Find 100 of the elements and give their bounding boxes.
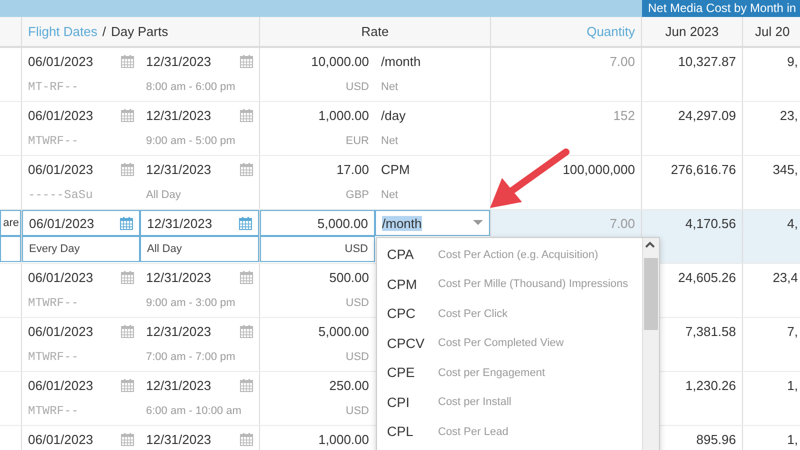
column-header: Day Parts [111, 24, 168, 39]
amount-cell-text: 5,000.00 [317, 322, 370, 340]
unit-note: Net [381, 81, 398, 93]
time-cell-text: All Day [145, 188, 182, 203]
time-cell-text: 9:00 am - 3:00 pm [145, 296, 236, 311]
calendar-icon[interactable] [239, 216, 252, 230]
date-cell: 06/01/2023 [22, 318, 140, 344]
calendar-icon[interactable] [240, 108, 253, 122]
dropdown-option[interactable]: CPA Cost Per Action (e.g. Acquisition) [377, 240, 642, 270]
column-header: Rate [361, 24, 389, 39]
date-cell: 12/31/2023 [140, 102, 259, 128]
date-cell: 12/31/2023 [140, 372, 259, 398]
cost-cell: 345, [772, 162, 798, 176]
date-field[interactable]: 06/01/2023 [22, 210, 140, 236]
dropdown-option[interactable]: CPC Cost Per Click [377, 299, 642, 328]
date-cell: 06/01/2023 [22, 426, 140, 450]
date-cell: 06/01/2023 [22, 264, 140, 290]
header-band-title: Net Media Cost by Month in [642, 0, 800, 17]
amount-cell-text: 10,000.00 [310, 52, 370, 70]
calendar-icon[interactable] [121, 54, 134, 68]
amount-cell-text: 1,000.00 [317, 106, 370, 124]
date-cell: 06/01/2023 [22, 102, 140, 128]
time-cell-text: 8:00 am - 6:00 pm [145, 80, 236, 95]
currency-cell-text: USD [344, 80, 370, 95]
amount-field[interactable]: 5,000.00 [260, 210, 375, 236]
cost-cell: 23,4 [772, 270, 798, 284]
calendar-icon[interactable] [240, 324, 253, 338]
currency-cell-text: USD [344, 296, 370, 311]
column-header: Jun 2023 [665, 24, 719, 39]
days-cell-text: MT-RF-- [27, 79, 80, 96]
cost-cell: 7, [787, 324, 798, 338]
cost-cell: 1,230.26 [685, 378, 736, 392]
date-cell: 12/31/2023 [140, 426, 259, 450]
days-field[interactable]: Every Day [22, 236, 140, 262]
date-cell: 06/01/2023 [22, 48, 140, 74]
time-cell-text: 9:00 am - 5:00 pm [145, 134, 236, 149]
dropdown-option[interactable]: CPE Cost per Engagement [377, 358, 642, 388]
cost-cell: 276,616.76 [670, 162, 736, 176]
calendar-icon[interactable] [240, 270, 253, 284]
dropdown-option[interactable]: CPCV Cost Per Completed View [377, 328, 642, 358]
amount-cell-text: 250.00 [328, 376, 370, 394]
cost-cell: 1, [787, 378, 798, 392]
table-row[interactable]: 06/01/2023 MT-RF-- 12/31/2023 8:00 am - 6:00 pm 10,000.00 USD /month Net 7.00 10,327.87 9, [0, 48, 800, 102]
currency-cell-text: EUR [344, 134, 370, 149]
date-cell: 12/31/2023 [140, 156, 259, 182]
calendar-icon[interactable] [121, 432, 134, 446]
cost-cell: 4, [787, 216, 798, 230]
unit-cell: /month [381, 54, 421, 68]
cost-cell: 23, [780, 108, 798, 122]
calendar-icon[interactable] [120, 216, 133, 230]
date-cell: 06/01/2023 [22, 156, 140, 182]
unit-note: Net [381, 189, 398, 201]
cost-cell: 4,170.56 [685, 216, 736, 230]
caret-icon [473, 220, 483, 226]
text-field[interactable]: are [0, 210, 21, 236]
date-cell: 12/31/2023 [140, 48, 259, 74]
amount-cell-text: 1,000.00 [317, 430, 370, 448]
date-field[interactable]: 12/31/2023 [140, 210, 259, 236]
quantity-cell: 7.00 [610, 54, 635, 68]
calendar-icon[interactable] [121, 378, 134, 392]
amount-cell-text: 500.00 [328, 268, 370, 286]
currency-cell-text: USD [344, 350, 370, 365]
table-row[interactable]: 06/01/2023 MTWRF-- 12/31/2023 9:00 am - 5:00 pm 1,000.00 EUR /day Net 152 24,297.09 23, [0, 102, 800, 156]
time-field[interactable]: All Day [140, 236, 259, 262]
dropdown-option[interactable]: CPM Cost Per Mille (Thousand) Impressions [377, 270, 642, 299]
calendar-icon[interactable] [121, 324, 134, 338]
dropdown-option[interactable]: CPI Cost per Install [377, 388, 642, 417]
days-cell-text: -----SaSu [27, 187, 94, 204]
cost-cell: 895.96 [696, 432, 736, 446]
unit-cell: /day [381, 108, 406, 122]
currency-field[interactable]: USD [260, 236, 375, 262]
calendar-icon[interactable] [121, 108, 134, 122]
quantity-cell: 152 [613, 108, 635, 122]
cost-cell: 7,381.58 [685, 324, 736, 338]
cost-cell: 10,327.87 [678, 54, 736, 68]
calendar-icon[interactable] [121, 162, 134, 176]
days-cell-text: MTWRF-- [27, 295, 80, 312]
currency-cell-text: GBP [344, 188, 370, 203]
date-cell: 06/01/2023 [22, 372, 140, 398]
calendar-icon[interactable] [121, 270, 134, 284]
days-cell-text: MTWRF-- [27, 133, 80, 150]
unit-note: Net [381, 135, 398, 147]
time-cell-text: 6:00 am - 10:00 am [145, 404, 242, 419]
header-separator: / [102, 24, 106, 39]
quantity-cell: 100,000,000 [562, 162, 635, 176]
dropdown-option[interactable]: CPL Cost Per Lead [377, 417, 642, 446]
calendar-icon[interactable] [240, 54, 253, 68]
time-cell-text: 7:00 am - 7:00 pm [145, 350, 236, 365]
calendar-icon[interactable] [240, 378, 253, 392]
unit-select[interactable]: /month [375, 210, 490, 236]
cost-cell: 9, [787, 54, 798, 68]
days-cell-text: MTWRF-- [27, 349, 80, 366]
scrollbar[interactable] [642, 238, 659, 450]
currency-cell-text: USD [344, 404, 370, 419]
calendar-icon[interactable] [240, 432, 253, 446]
calendar-icon[interactable] [240, 162, 253, 176]
unit-cell: CPM [381, 162, 410, 176]
cost-cell: 24,297.09 [678, 108, 736, 122]
date-cell: 12/31/2023 [140, 264, 259, 290]
amount-cell-text: 17.00 [335, 160, 370, 178]
